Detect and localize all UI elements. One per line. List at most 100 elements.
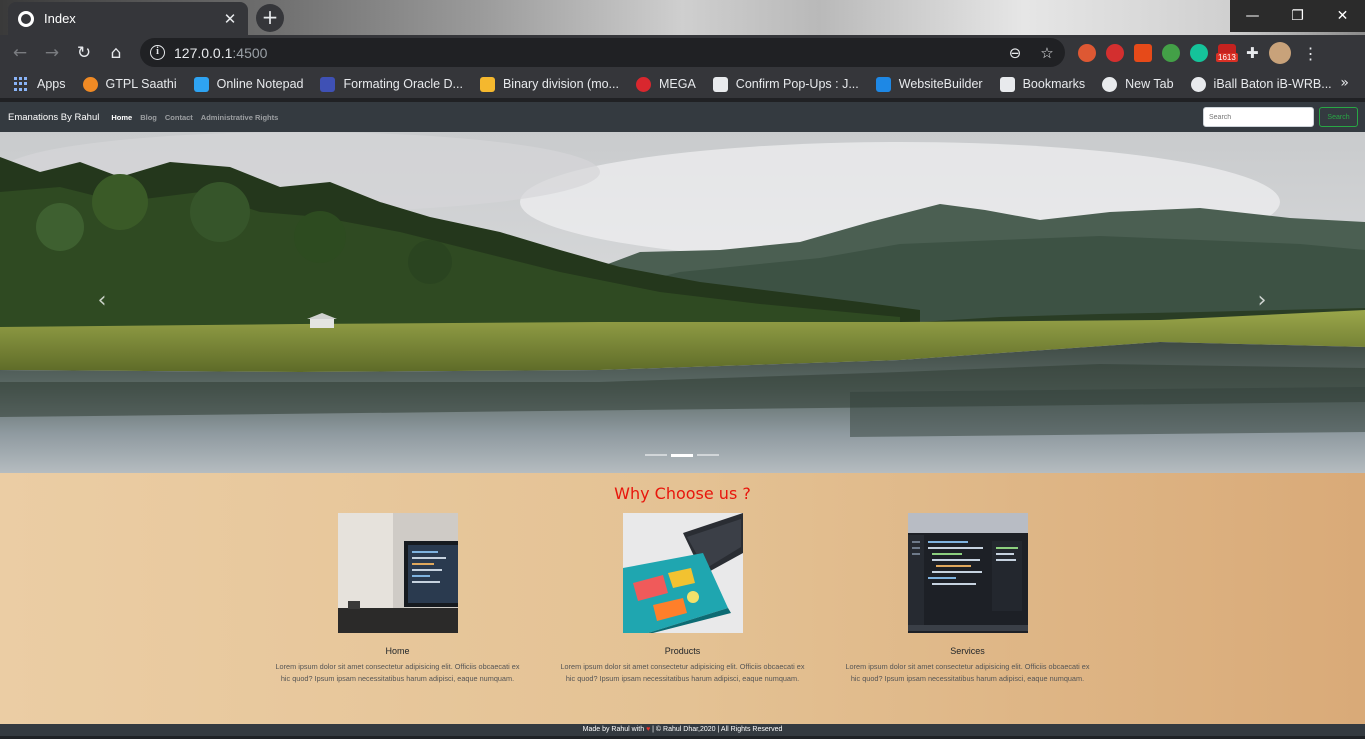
carousel-next-icon[interactable]: › — [1252, 290, 1272, 314]
bookmark-item[interactable]: Apps — [14, 76, 66, 92]
duckduckgo-extension-icon[interactable] — [1078, 44, 1096, 62]
feature-card-services: Services Lorem ipsum dolor sit amet cons… — [840, 513, 1095, 685]
bookmark-label: MEGA — [658, 77, 696, 91]
site-brand[interactable]: Emanations By Rahul — [8, 112, 99, 123]
back-arrow-icon[interactable]: ← — [4, 37, 36, 69]
adblock-extension-icon[interactable] — [1106, 44, 1124, 62]
carousel-indicator[interactable] — [645, 454, 667, 456]
restore-button[interactable]: ❐ — [1275, 0, 1320, 32]
bookmark-label: Bookmarks — [1022, 77, 1086, 91]
globe-icon — [1190, 76, 1206, 92]
gear-icon — [875, 76, 891, 92]
gtpl-icon — [82, 76, 98, 92]
window-controls: — ❐ ✕ — [1230, 0, 1365, 32]
extensions-puzzle-icon[interactable]: ✚ — [1246, 44, 1259, 62]
why-choose-us-section: Why Choose us ? Home Lorem ipsum dolor s… — [0, 473, 1365, 724]
new-tab-button[interactable]: + — [256, 4, 284, 32]
forward-arrow-icon[interactable]: → — [36, 37, 68, 69]
lake-landscape-image — [0, 132, 1365, 473]
profile-avatar[interactable] — [1268, 42, 1291, 64]
gmail-extension-icon[interactable]: 1613 — [1216, 44, 1238, 62]
laptop-photo — [337, 513, 458, 633]
apps-grid-icon — [14, 76, 29, 92]
site-footer: Made by Rahul with ♥ | © Rahul Dhar,2020… — [0, 724, 1365, 736]
footer-copyright: | © Rahul Dhar,2020 | All Rights Reserve… — [652, 726, 783, 733]
extensions-area: 1613 ✚ ⋮ — [1078, 42, 1321, 64]
zoom-icon[interactable]: ⊖ — [1003, 44, 1027, 62]
globe-icon — [1102, 76, 1118, 92]
bookmark-item[interactable]: GTPL Saathi — [82, 76, 177, 92]
bookmark-label: GTPL Saathi — [105, 77, 177, 91]
hero-carousel: ‹ › — [0, 132, 1365, 473]
carousel-indicator[interactable] — [697, 454, 719, 456]
carousel-indicator-active[interactable] — [671, 454, 693, 457]
footer-made-by: Made by Rahul with — [582, 726, 645, 733]
feature-name: Home — [385, 646, 410, 656]
bookmark-item[interactable]: Bookmarks — [999, 76, 1086, 92]
web-page: Emanations By Rahul Home Blog Contact Ad… — [0, 102, 1365, 739]
feature-card-home: Home Lorem ipsum dolor sit amet consecte… — [270, 513, 525, 685]
kebab-menu-icon[interactable]: ⋮ — [1301, 44, 1321, 63]
bookmark-label: Binary division (mo... — [502, 77, 619, 91]
feature-text: Lorem ipsum dolor sit amet consectetur a… — [845, 662, 1090, 683]
info-icon[interactable]: i — [150, 45, 165, 60]
mail-count-badge: 1613 — [1216, 53, 1238, 62]
bookmark-item[interactable]: New Tab — [1102, 76, 1174, 92]
bookmark-label: New Tab — [1125, 77, 1174, 91]
bookmark-item[interactable]: Confirm Pop-Ups : J... — [712, 76, 859, 92]
bookmark-item[interactable]: WebsiteBuilder — [875, 76, 983, 92]
bookmarks-bar: Apps GTPL Saathi Online Notepad Formating O… — [0, 70, 1365, 98]
nav-link-contact[interactable]: Contact — [165, 113, 193, 122]
bookmark-item[interactable]: Binary division (mo... — [479, 76, 619, 92]
bookmark-item[interactable]: Formating Oracle D... — [320, 76, 463, 92]
notepad-icon — [193, 76, 209, 92]
nav-link-home[interactable]: Home — [111, 113, 132, 122]
popup-icon — [712, 76, 728, 92]
play-icon — [320, 76, 336, 92]
mega-icon — [635, 76, 651, 92]
feature-name: Services — [950, 646, 985, 656]
binary-icon — [479, 76, 495, 92]
minimize-button[interactable]: — — [1230, 0, 1275, 32]
feature-card-products: Products Lorem ipsum dolor sit amet cons… — [555, 513, 810, 685]
more-bookmarks-icon[interactable]: » — [1340, 75, 1349, 91]
url-port: :4500 — [232, 44, 268, 61]
earth-extension-icon[interactable] — [1162, 44, 1180, 62]
close-tab-icon[interactable]: ✕ — [222, 10, 238, 28]
url-host: 127.0.0.1 — [174, 44, 233, 61]
home-icon[interactable]: ⌂ — [100, 37, 132, 69]
search-form: Search — [1203, 107, 1358, 127]
search-input[interactable] — [1203, 107, 1314, 127]
feature-text: Lorem ipsum dolor sit amet consectetur a… — [560, 662, 805, 683]
bookmark-label: WebsiteBuilder — [898, 77, 983, 91]
star-icon — [999, 76, 1015, 92]
bookmark-label: Formating Oracle D... — [343, 77, 463, 91]
bookmark-item[interactable]: MEGA — [635, 76, 696, 92]
nav-link-admin[interactable]: Administrative Rights — [201, 113, 279, 122]
carousel-prev-icon[interactable]: ‹ — [92, 290, 112, 314]
bookmark-item[interactable]: Online Notepad — [193, 76, 304, 92]
browser-tab[interactable]: Index ✕ — [8, 2, 248, 35]
section-title: Why Choose us ? — [614, 484, 751, 503]
carousel-indicators — [645, 454, 719, 457]
code-screen-photo — [907, 513, 1028, 633]
address-bar[interactable]: i 127.0.0.1:4500 ⊖ ☆ — [140, 38, 1065, 67]
bookmark-label: Online Notepad — [216, 77, 304, 91]
browser-toolbar: ← → ↻ ⌂ i 127.0.0.1:4500 ⊖ ☆ 1613 ✚ ⋮ — [0, 35, 1365, 70]
keyboard-book-photo — [622, 513, 743, 633]
bookmark-item[interactable]: iBall Baton iB-WRB... — [1190, 76, 1332, 92]
reload-icon[interactable]: ↻ — [68, 37, 100, 69]
bookmark-star-icon[interactable]: ☆ — [1035, 44, 1059, 62]
nav-link-blog[interactable]: Blog — [140, 113, 157, 122]
globe-icon — [18, 10, 34, 27]
tab-title: Index — [44, 11, 76, 26]
office-extension-icon[interactable] — [1134, 44, 1152, 62]
grammarly-extension-icon[interactable] — [1190, 44, 1208, 62]
close-window-button[interactable]: ✕ — [1320, 0, 1365, 32]
bookmark-label: Apps — [37, 77, 66, 91]
bookmark-label: iBall Baton iB-WRB... — [1213, 77, 1332, 91]
search-button[interactable]: Search — [1319, 107, 1358, 127]
site-navbar: Emanations By Rahul Home Blog Contact Ad… — [0, 102, 1365, 132]
heart-icon: ♥ — [646, 726, 651, 733]
feature-name: Products — [664, 646, 701, 656]
